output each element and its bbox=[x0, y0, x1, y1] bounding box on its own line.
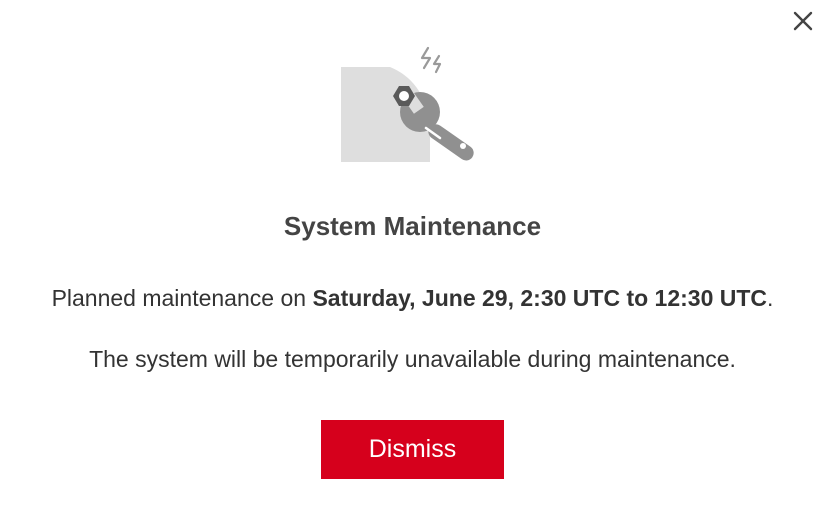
maintenance-schedule-text: Planned maintenance on Saturday, June 29… bbox=[0, 282, 825, 314]
spark-icon bbox=[420, 46, 442, 74]
dismiss-button[interactable]: Dismiss bbox=[321, 420, 504, 479]
dialog-title: System Maintenance bbox=[283, 211, 542, 241]
close-button[interactable] bbox=[790, 8, 816, 34]
maintenance-illustration bbox=[330, 40, 490, 170]
close-icon bbox=[793, 11, 813, 31]
schedule-prefix: Planned maintenance on bbox=[51, 285, 313, 311]
maintenance-detail-text: The system will be temporarily unavailab… bbox=[89, 346, 736, 372]
schedule-datetime: Saturday, June 29, 2:30 UTC to 12:30 UTC bbox=[312, 285, 768, 311]
schedule-suffix: . bbox=[767, 285, 774, 311]
maintenance-dialog: System Maintenance Planned maintenance o… bbox=[0, 0, 825, 525]
